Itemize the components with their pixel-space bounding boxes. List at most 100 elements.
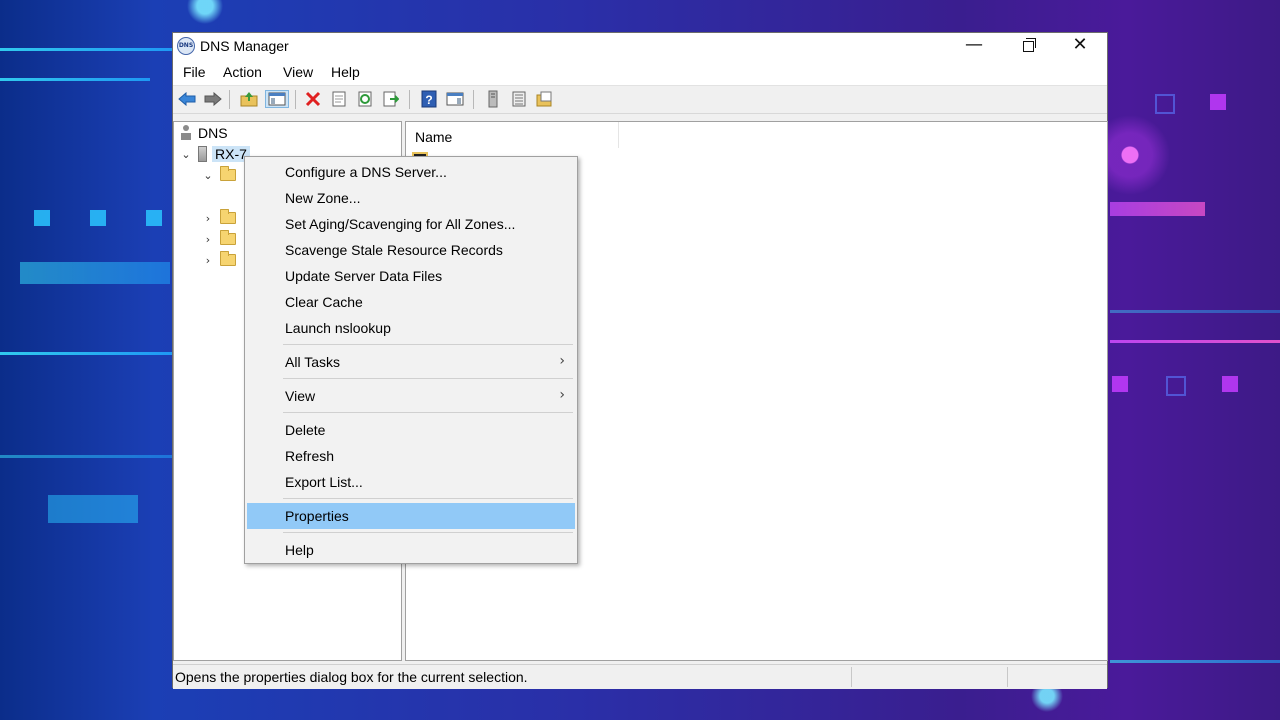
menu-view[interactable]: View xyxy=(283,64,313,80)
background-square xyxy=(1166,376,1186,396)
menu-item-delete[interactable]: Delete xyxy=(247,418,575,442)
background-line xyxy=(0,78,150,81)
menu-item-label: Configure a DNS Server... xyxy=(285,164,447,180)
menu-item-update-server-data-files[interactable]: Update Server Data Files xyxy=(247,264,575,288)
menu-separator xyxy=(283,498,573,499)
close-button[interactable]: ✕ xyxy=(1053,33,1107,59)
menu-separator xyxy=(283,378,573,379)
menu-item-configure-dns-server[interactable]: Configure a DNS Server... xyxy=(247,160,575,184)
chevron-down-icon[interactable]: ⌄ xyxy=(202,169,214,182)
toolbar-separator xyxy=(229,90,230,109)
maximize-button[interactable] xyxy=(1001,33,1055,59)
tree-item-server[interactable]: ⌄ RX-7 xyxy=(180,144,250,164)
menu-item-all-tasks[interactable]: All Tasks › xyxy=(247,350,575,374)
menu-item-label: New Zone... xyxy=(285,190,361,206)
tree-item-folder[interactable]: › xyxy=(202,250,236,270)
dns-app-icon: DNS xyxy=(177,37,195,55)
menu-item-label: Export List... xyxy=(285,474,363,490)
show-action-pane-icon xyxy=(446,92,464,106)
background-line xyxy=(0,48,172,51)
list-view-button[interactable] xyxy=(509,90,529,108)
menu-item-scavenge-stale-records[interactable]: Scavenge Stale Resource Records xyxy=(247,238,575,262)
help-button[interactable]: ? xyxy=(419,90,439,108)
background-square xyxy=(1210,94,1226,110)
toolbar-separator xyxy=(409,90,410,109)
menu-item-properties[interactable]: Properties xyxy=(247,503,575,529)
server-icon xyxy=(198,146,207,162)
menu-item-new-zone[interactable]: New Zone... xyxy=(247,186,575,210)
dns-root-icon xyxy=(180,125,192,141)
menu-item-label: Delete xyxy=(285,422,326,438)
refresh-button[interactable] xyxy=(355,90,375,108)
background-square xyxy=(1155,94,1175,114)
chevron-right-icon[interactable]: › xyxy=(202,254,214,267)
refresh-icon xyxy=(358,91,372,107)
title-bar[interactable]: DNS DNS Manager — ✕ xyxy=(173,33,1107,59)
menu-item-launch-nslookup[interactable]: Launch nslookup xyxy=(247,316,575,340)
background-line xyxy=(1110,202,1205,216)
menu-item-label: Clear Cache xyxy=(285,294,363,310)
help-icon: ? xyxy=(421,90,437,108)
minimize-button[interactable]: — xyxy=(947,33,1001,59)
background-line xyxy=(0,352,172,355)
tree-item-folder[interactable]: ⌄ xyxy=(202,165,236,185)
chevron-right-icon[interactable]: › xyxy=(202,212,214,225)
tree-label-dns: DNS xyxy=(198,125,228,141)
up-one-level-button[interactable] xyxy=(239,90,259,108)
menu-item-clear-cache[interactable]: Clear Cache xyxy=(247,290,575,314)
column-header-label: Name xyxy=(415,129,453,145)
tree-item-folder[interactable]: › xyxy=(202,229,236,249)
folder-icon xyxy=(220,209,236,224)
menu-item-label: Refresh xyxy=(285,448,335,464)
export-list-button[interactable] xyxy=(381,90,401,108)
properties-button[interactable] xyxy=(329,90,349,108)
chevron-down-icon[interactable]: ⌄ xyxy=(180,148,192,161)
background-square xyxy=(90,210,106,226)
menu-item-set-aging-scavenging[interactable]: Set Aging/Scavenging for All Zones... xyxy=(247,212,575,236)
tree-item-folder[interactable]: › xyxy=(202,208,236,228)
delete-icon xyxy=(305,91,321,107)
status-divider xyxy=(1007,667,1008,687)
show-action-pane-button[interactable] xyxy=(445,90,465,108)
show-hide-console-tree-button[interactable] xyxy=(265,90,289,108)
delete-button[interactable] xyxy=(303,90,323,108)
background-square xyxy=(48,495,138,523)
menu-item-view[interactable]: View › xyxy=(247,384,575,408)
menu-separator xyxy=(283,344,573,345)
background-square xyxy=(146,210,162,226)
server-icon xyxy=(488,90,498,108)
context-menu: Configure a DNS Server... New Zone... Se… xyxy=(244,156,578,564)
forward-icon xyxy=(204,92,222,106)
background-line xyxy=(1110,660,1280,663)
background-line xyxy=(1110,340,1280,343)
menu-action[interactable]: Action xyxy=(223,64,262,80)
menu-item-help[interactable]: Help xyxy=(247,538,575,562)
menu-item-label: Help xyxy=(285,542,314,558)
menu-help[interactable]: Help xyxy=(331,64,360,80)
toolbar: ? xyxy=(173,86,1107,114)
status-divider xyxy=(851,667,852,687)
new-zone-icon xyxy=(536,91,552,107)
menu-separator xyxy=(283,412,573,413)
background-square xyxy=(1112,376,1128,392)
properties-icon xyxy=(332,91,346,107)
menu-item-label: View xyxy=(285,388,316,404)
background-line xyxy=(1110,310,1280,313)
server-button[interactable] xyxy=(483,90,503,108)
menu-file[interactable]: File xyxy=(183,64,206,80)
status-bar: Opens the properties dialog box for the … xyxy=(173,664,1107,689)
folder-icon xyxy=(220,251,236,266)
folder-icon xyxy=(220,166,236,181)
back-button[interactable] xyxy=(177,90,197,108)
menu-item-label: Launch nslookup xyxy=(285,320,391,336)
new-zone-button[interactable] xyxy=(535,90,555,108)
menu-item-refresh[interactable]: Refresh xyxy=(247,444,575,468)
forward-button[interactable] xyxy=(203,90,223,108)
chevron-right-icon[interactable]: › xyxy=(202,233,214,246)
tree-item-dns-root[interactable]: DNS xyxy=(180,123,228,143)
column-header-name[interactable]: Name xyxy=(406,122,619,148)
svg-text:?: ? xyxy=(425,93,432,107)
up-folder-icon xyxy=(240,92,258,107)
list-view-icon xyxy=(512,91,526,107)
menu-item-export-list[interactable]: Export List... xyxy=(247,470,575,494)
